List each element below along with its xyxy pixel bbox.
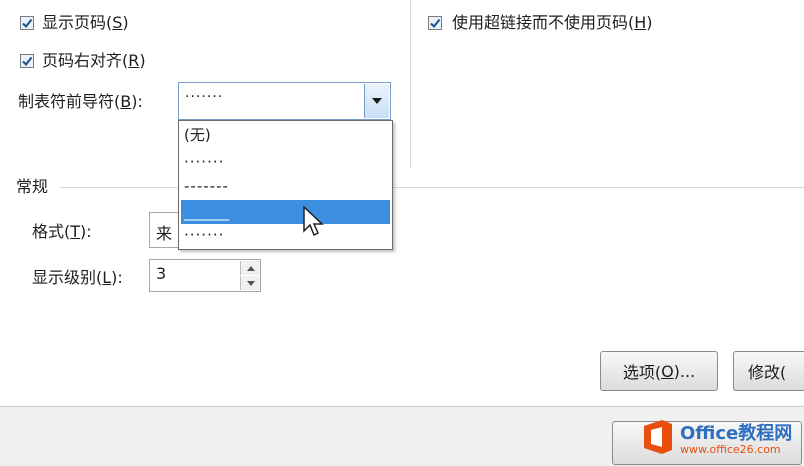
- mouse-cursor-icon: [303, 206, 324, 237]
- modify-button[interactable]: 修改(: [733, 351, 804, 391]
- tab-leader-label: 制表符前导符(B):: [18, 92, 143, 111]
- checkmark-icon: [22, 56, 33, 67]
- tab-leader-value: ·······: [185, 89, 224, 105]
- use-hyperlinks-checkbox[interactable]: [428, 16, 442, 30]
- checkmark-icon: [22, 18, 33, 29]
- dropdown-toggle-button[interactable]: [364, 84, 389, 118]
- watermark-brand: Office教程网: [680, 423, 793, 444]
- general-section-title: 常规: [16, 177, 49, 196]
- watermark-url: www.office26.com: [680, 443, 781, 456]
- dropdown-option-selected[interactable]: ______: [181, 200, 390, 224]
- levels-value: 3: [156, 264, 167, 283]
- format-label: 格式(T):: [32, 222, 92, 241]
- show-page-numbers-label: 显示页码(S): [42, 13, 129, 32]
- show-page-numbers-checkbox[interactable]: [20, 16, 34, 30]
- right-align-checkbox[interactable]: [20, 54, 34, 68]
- dropdown-option[interactable]: (无): [181, 123, 390, 147]
- stepper-up-button[interactable]: [240, 261, 260, 275]
- office-logo-icon: [644, 420, 672, 454]
- use-hyperlinks-label: 使用超链接而不使用页码(H): [452, 13, 653, 32]
- chevron-down-icon: [372, 97, 382, 104]
- tab-leader-select[interactable]: ·······: [178, 82, 391, 120]
- column-separator: [410, 0, 411, 168]
- levels-stepper[interactable]: 3: [149, 259, 261, 292]
- options-button[interactable]: 选项(O)...: [600, 351, 718, 391]
- checkmark-icon: [430, 18, 441, 29]
- chevron-up-icon: [246, 265, 255, 271]
- general-section-line: [60, 187, 804, 188]
- office-watermark: Office教程网 www.office26.com: [640, 415, 804, 465]
- tab-leader-dropdown: (无) ······· ------- ______ ·······: [178, 120, 393, 250]
- toc-dialog: 显示页码(S) 页码右对齐(R) 使用超链接而不使用页码(H) 制表符前导符(B…: [0, 0, 804, 466]
- levels-label: 显示级别(L):: [32, 268, 123, 287]
- right-align-label: 页码右对齐(R): [42, 51, 146, 70]
- dropdown-option[interactable]: -------: [181, 174, 390, 198]
- dropdown-option[interactable]: ·······: [181, 223, 390, 247]
- dropdown-option[interactable]: ·······: [181, 150, 390, 174]
- stepper-down-button[interactable]: [240, 276, 260, 290]
- format-value: 来: [156, 224, 173, 243]
- chevron-down-icon: [246, 280, 255, 286]
